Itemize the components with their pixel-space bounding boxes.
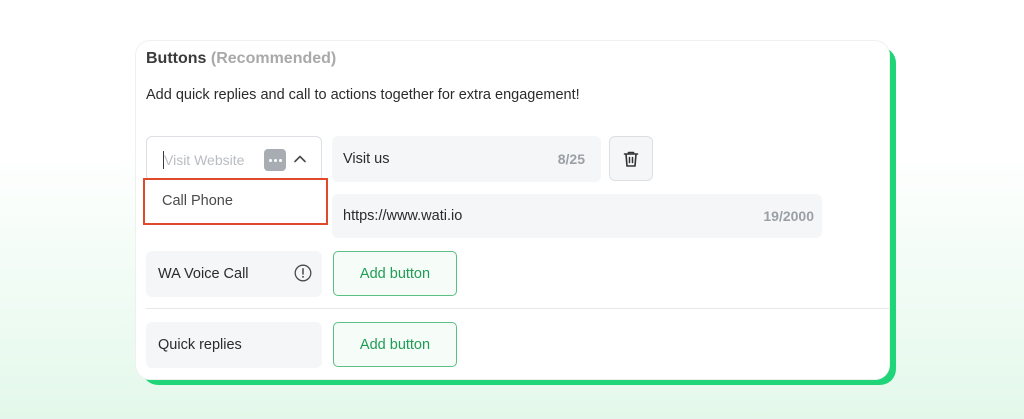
button-text-counter: 8/25	[557, 151, 585, 167]
url-counter: 19/2000	[763, 208, 814, 224]
button-text-value: Visit us	[343, 151, 390, 167]
quick-replies-add-button[interactable]: Add button	[333, 322, 457, 367]
quick-replies-label: Quick replies	[158, 337, 242, 353]
section-title-suffix: (Recommended)	[210, 50, 337, 67]
button-text-field[interactable]: Visit us 8/25	[332, 136, 601, 182]
dropdown-option-label: Call Phone	[162, 193, 233, 209]
info-icon[interactable]	[294, 264, 312, 282]
section-description: Add quick replies and call to actions to…	[146, 87, 580, 103]
delete-button[interactable]	[609, 136, 653, 181]
dropdown-option-call-phone[interactable]: Call Phone	[143, 178, 328, 225]
section-title-text: Buttons	[146, 50, 207, 67]
url-value: https://www.wati.io	[343, 208, 463, 224]
cta-type-placeholder: Visit Website	[164, 152, 245, 168]
voice-call-label-box: WA Voice Call	[146, 251, 322, 297]
quick-replies-label-box: Quick replies	[146, 322, 322, 368]
chevron-up-icon[interactable]	[292, 151, 308, 167]
section-divider	[146, 308, 889, 309]
voice-call-label: WA Voice Call	[158, 266, 249, 282]
voice-call-add-button[interactable]: Add button	[333, 251, 457, 296]
url-field[interactable]: https://www.wati.io 19/2000	[332, 194, 822, 238]
cta-type-select[interactable]: Visit Website	[146, 136, 322, 182]
trash-icon	[623, 151, 639, 167]
section-title: Buttons (Recommended)	[146, 50, 336, 68]
more-dots-icon[interactable]	[264, 149, 286, 171]
buttons-section-card: Buttons (Recommended) Add quick replies …	[136, 41, 889, 379]
